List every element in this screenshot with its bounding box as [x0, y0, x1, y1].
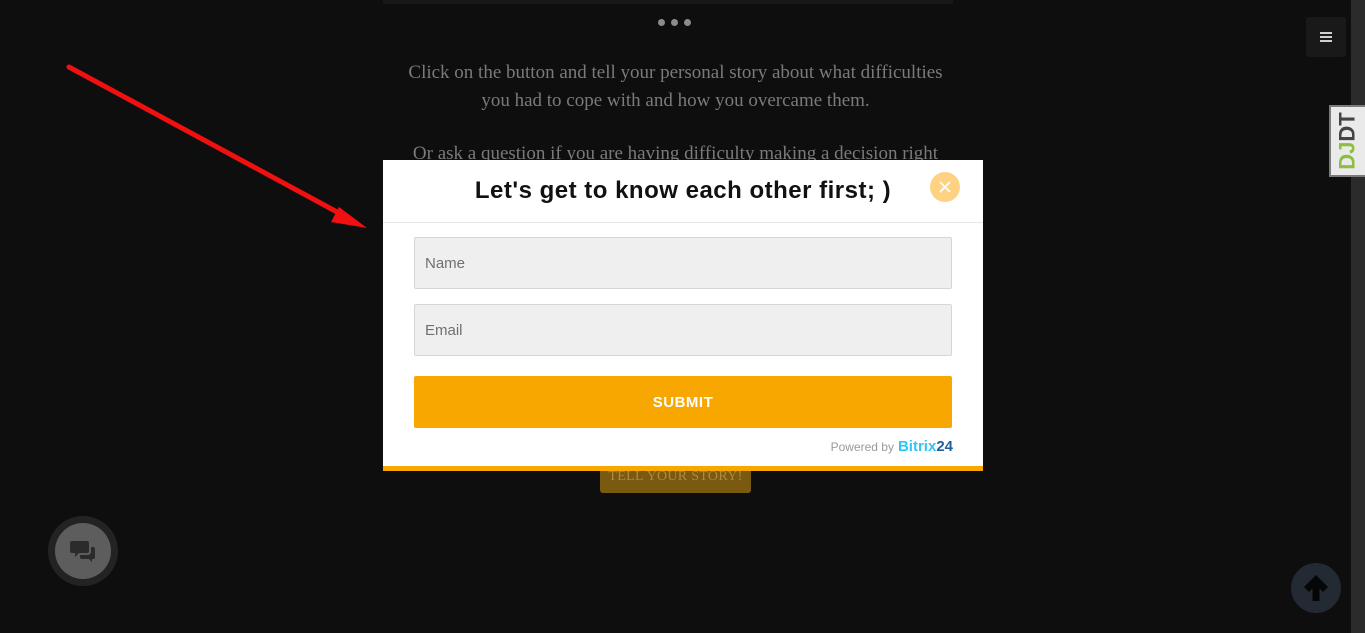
signup-modal: Let's get to know each other first; ) SU… [383, 160, 983, 471]
chat-widget-button[interactable] [48, 516, 118, 586]
arrow-up-icon [1304, 575, 1328, 601]
annotation-arrow [66, 64, 367, 228]
bitrix24-logo[interactable]: Bitrix24 [898, 438, 953, 455]
name-field[interactable] [414, 237, 952, 289]
intro-line-2: you had to cope with and how you overcam… [481, 90, 870, 111]
scrollbar[interactable] [1351, 0, 1365, 633]
submit-button[interactable]: SUBMIT [414, 376, 952, 428]
powered-by-label: Powered by [830, 440, 894, 454]
close-icon [939, 181, 951, 193]
intro-paragraph: Click on the button and tell your person… [383, 59, 968, 115]
debug-toolbar-label: DJDT [1335, 112, 1361, 170]
chat-icon [70, 541, 95, 562]
scroll-to-top-button[interactable] [1291, 563, 1341, 613]
powered-by: Powered by Bitrix24 [831, 438, 953, 455]
modal-header: Let's get to know each other first; ) [383, 160, 983, 223]
debug-toolbar-handle[interactable]: DJDT [1329, 105, 1365, 177]
top-divider [383, 0, 953, 4]
menu-button[interactable] [1306, 17, 1346, 57]
ellipsis-icon [658, 19, 691, 26]
close-button[interactable] [930, 172, 960, 202]
email-field[interactable] [414, 304, 952, 356]
modal-title: Let's get to know each other first; ) [474, 177, 892, 204]
menu-icon [1320, 30, 1332, 44]
intro-line-1: Click on the button and tell your person… [408, 62, 943, 83]
